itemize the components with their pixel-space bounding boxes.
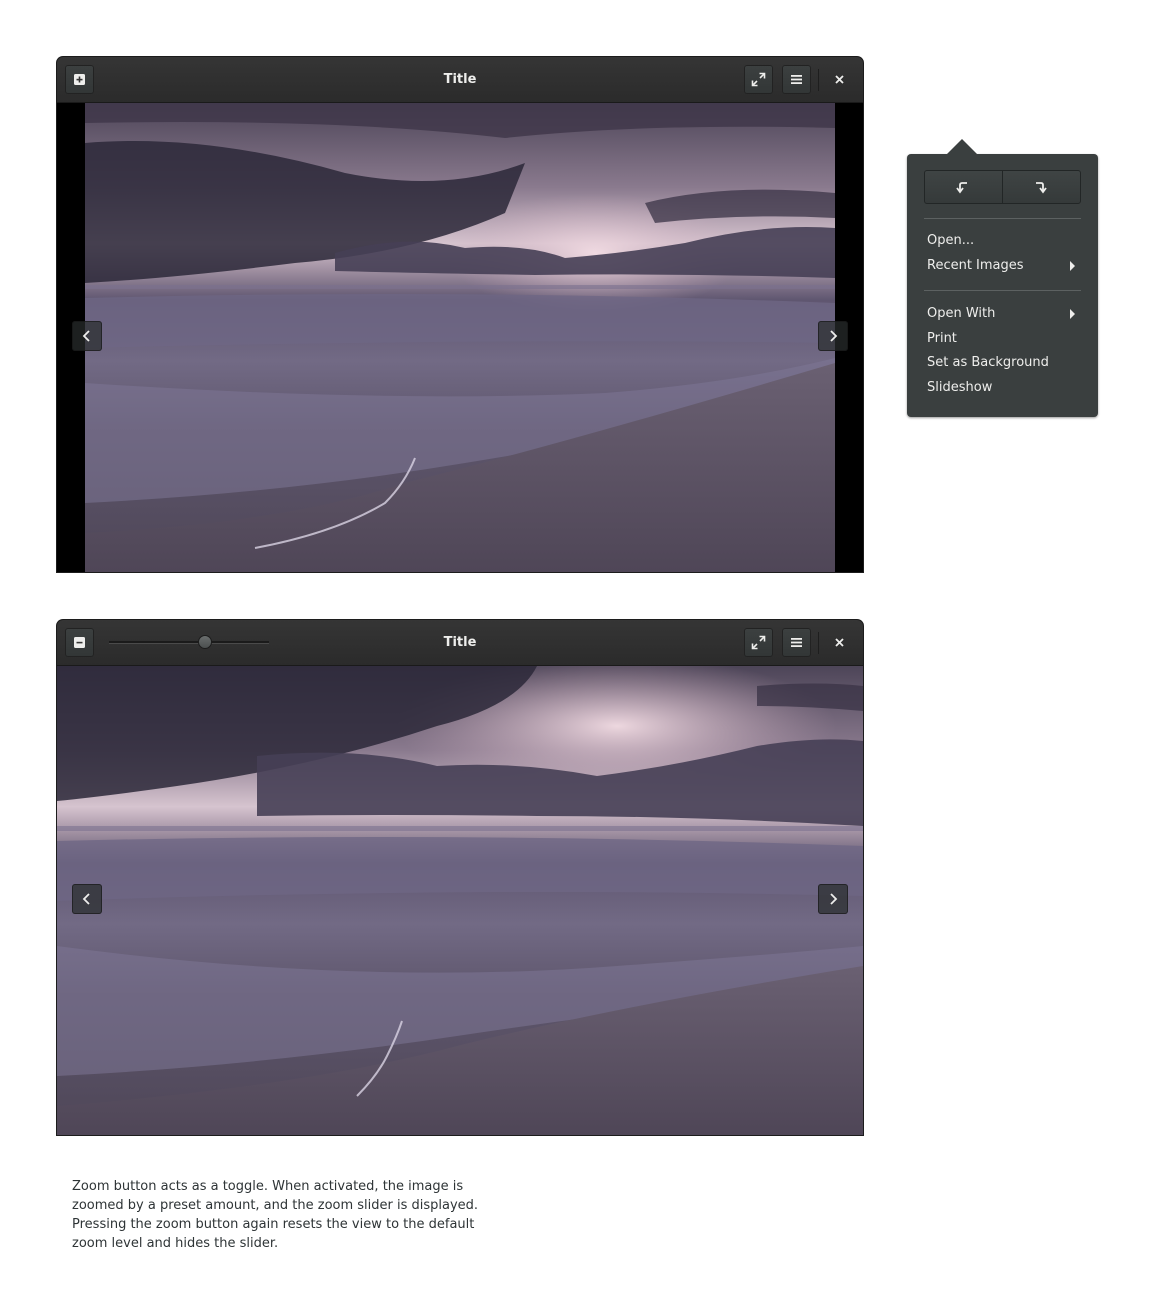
menu-separator — [924, 290, 1081, 291]
header-bar: Title — [57, 620, 863, 666]
image-viewer-window-zoomed: Title — [57, 620, 863, 1135]
popover-arrow — [947, 139, 977, 154]
next-button[interactable] — [818, 321, 848, 351]
close-button[interactable] — [825, 65, 854, 94]
chevron-right-icon — [830, 330, 838, 342]
previous-button[interactable] — [72, 884, 102, 914]
chevron-left-icon — [82, 330, 90, 342]
fullscreen-icon — [751, 72, 766, 87]
menu-button[interactable] — [782, 65, 811, 94]
rotate-right-button[interactable] — [1003, 171, 1080, 203]
next-button[interactable] — [818, 884, 848, 914]
fullscreen-button[interactable] — [744, 628, 773, 657]
photo-beach-sunset-zoomed — [57, 666, 863, 1135]
menu-item-label: Print — [927, 331, 957, 346]
chevron-right-icon — [830, 893, 838, 905]
menu-item-open-with[interactable]: Open With — [927, 304, 1077, 324]
menu-item-label: Recent Images — [927, 258, 1024, 273]
fullscreen-icon — [751, 635, 766, 650]
window-title: Title — [443, 635, 477, 650]
menu-button[interactable] — [782, 628, 811, 657]
header-separator — [818, 69, 819, 91]
header-bar: Title — [57, 57, 863, 103]
menu-item-label: Open With — [927, 306, 996, 321]
close-icon — [835, 75, 844, 84]
app-menu-popover: Open... Recent Images Open With Print Se… — [907, 139, 1098, 417]
menu-item-label: Open... — [927, 233, 975, 248]
menu-item-recent-images[interactable]: Recent Images — [927, 256, 1077, 276]
rotate-button-group — [924, 170, 1081, 204]
menu-item-slideshow[interactable]: Slideshow — [927, 378, 1077, 398]
menu-separator — [924, 218, 1081, 219]
fullscreen-button[interactable] — [744, 65, 773, 94]
menu-item-set-as-background[interactable]: Set as Background — [927, 353, 1077, 373]
rotate-left-icon — [956, 182, 967, 194]
description-caption: Zoom button acts as a toggle. When activ… — [72, 1179, 479, 1251]
chevron-left-icon — [82, 893, 90, 905]
hamburger-menu-icon — [791, 75, 802, 84]
menu-item-print[interactable]: Print — [927, 329, 1077, 349]
hamburger-menu-icon — [791, 638, 802, 647]
submenu-arrow-icon — [1070, 309, 1075, 319]
menu-item-open[interactable]: Open... — [927, 231, 1077, 251]
rotate-right-icon — [1036, 182, 1047, 194]
previous-button[interactable] — [72, 321, 102, 351]
image-viewer-window: Title — [57, 57, 863, 572]
submenu-arrow-icon — [1070, 261, 1075, 271]
close-icon — [835, 638, 844, 647]
rotate-left-button[interactable] — [925, 171, 1002, 203]
header-separator — [818, 632, 819, 654]
close-button[interactable] — [825, 628, 854, 657]
window-title: Title — [443, 72, 477, 87]
photo-beach-sunset — [85, 103, 835, 572]
menu-item-label: Set as Background — [927, 355, 1049, 370]
menu-item-label: Slideshow — [927, 380, 993, 395]
